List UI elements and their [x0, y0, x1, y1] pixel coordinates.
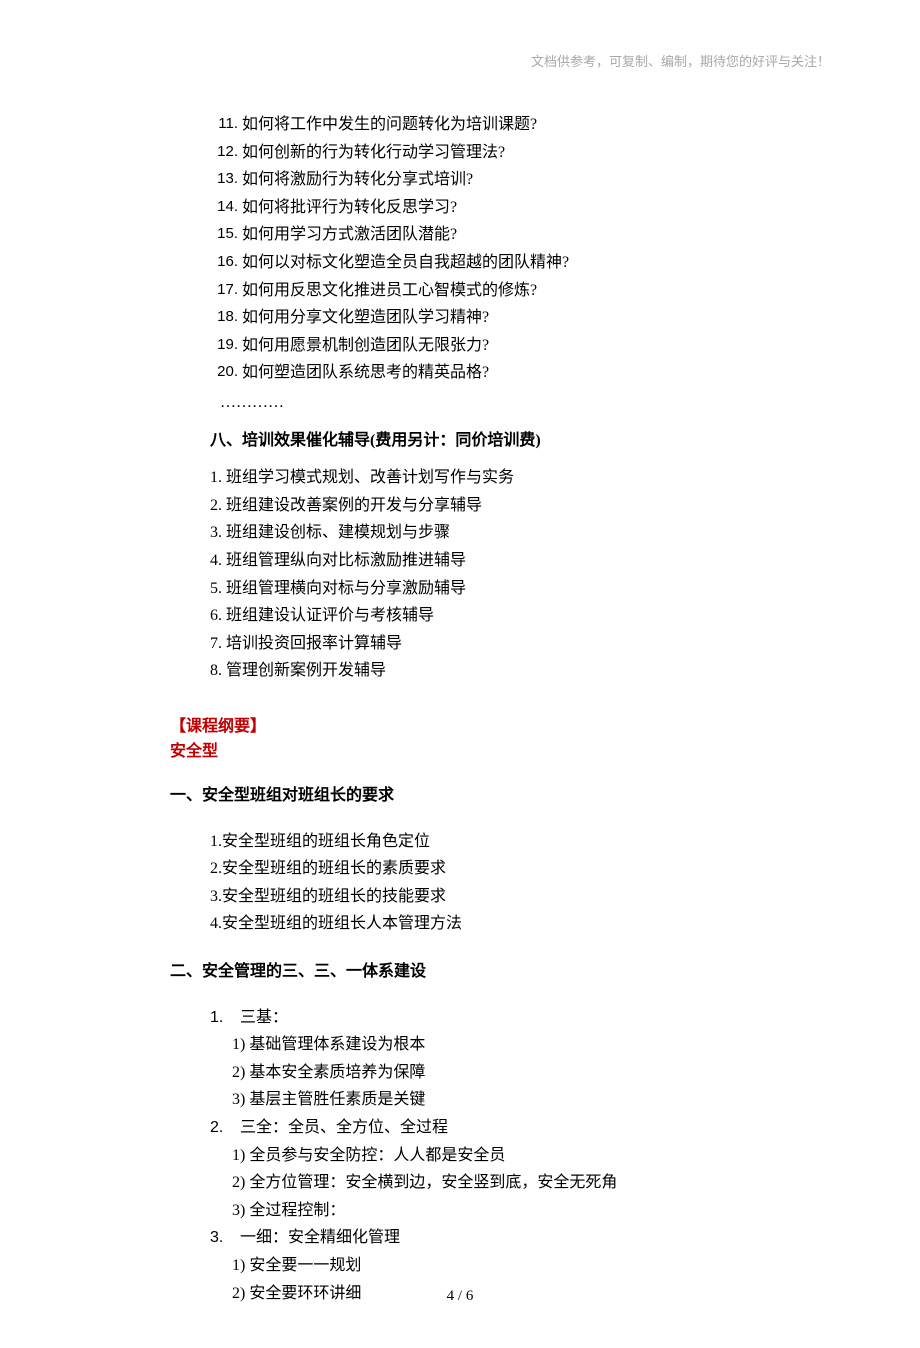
list-item: 14.如何将批评行为转化反思学习? — [210, 195, 830, 221]
group-sub-item: 2) 基本安全素质培养为保障 — [232, 1060, 830, 1086]
group-sub-item: 3) 全过程控制： — [232, 1198, 830, 1224]
list-item-text: 如何创新的行为转化行动学习管理法? — [242, 140, 505, 166]
list-item: 1. 班组学习模式规划、改善计划写作与实务 — [210, 465, 830, 491]
group-title: 2. 三全：全员、全方位、全过程 — [210, 1115, 830, 1141]
page-number: 4 / 6 — [0, 1284, 920, 1308]
list-item-number: 13. — [210, 167, 242, 193]
list-item-text: 如何将批评行为转化反思学习? — [242, 195, 457, 221]
course-outline-label: 【课程纲要】 — [170, 714, 830, 740]
watermark-text: 文档供参考，可复制、编制，期待您的好评与关注！ — [531, 52, 830, 73]
list-item: 3. 班组建设创标、建模规划与步骤 — [210, 520, 830, 546]
list-item-text: 如何将激励行为转化分享式培训? — [242, 167, 473, 193]
course-outline-sub: 安全型 — [170, 739, 830, 765]
section8-list: 1. 班组学习模式规划、改善计划写作与实务2. 班组建设改善案例的开发与分享辅导… — [210, 465, 830, 684]
group-number: 3. — [210, 1225, 224, 1251]
list-item-text: 如何用学习方式激活团队潜能? — [242, 222, 457, 248]
page-content: 11.如何将工作中发生的问题转化为培训课题?12.如何创新的行为转化行动学习管理… — [170, 112, 830, 1306]
list-item: 13.如何将激励行为转化分享式培训? — [210, 167, 830, 193]
group-sub-item: 3) 基层主管胜任素质是关键 — [232, 1087, 830, 1113]
list-item: 4.安全型班组的班组长人本管理方法 — [210, 911, 830, 937]
list-item: 5. 班组管理横向对标与分享激励辅导 — [210, 576, 830, 602]
list-item: 1.安全型班组的班组长角色定位 — [210, 829, 830, 855]
list-item: 11.如何将工作中发生的问题转化为培训课题? — [210, 112, 830, 138]
group-number: 1. — [210, 1005, 224, 1031]
list-item-text: 如何用愿景机制创造团队无限张力? — [242, 333, 489, 359]
list-item: 18.如何用分享文化塑造团队学习精神? — [210, 305, 830, 331]
group-sub-item: 1) 基础管理体系建设为根本 — [232, 1032, 830, 1058]
document-page: 文档供参考，可复制、编制，期待您的好评与关注！ 11.如何将工作中发生的问题转化… — [0, 0, 920, 1348]
list-item: 17.如何用反思文化推进员工心智模式的修炼? — [210, 278, 830, 304]
list-item: 8. 管理创新案例开发辅导 — [210, 658, 830, 684]
list-item-text: 如何用分享文化塑造团队学习精神? — [242, 305, 489, 331]
list-item-text: 如何以对标文化塑造全员自我超越的团队精神? — [242, 250, 569, 276]
list-item: 6. 班组建设认证评价与考核辅导 — [210, 603, 830, 629]
heading-1: 一、安全型班组对班组长的要求 — [170, 783, 830, 809]
list-item: 20.如何塑造团队系统思考的精英品格? — [210, 360, 830, 386]
list-item-number: 17. — [210, 278, 242, 304]
list-item-number: 18. — [210, 305, 242, 331]
group-sub-item: 1) 安全要一一规划 — [232, 1253, 830, 1279]
list-item-number: 11. — [210, 112, 242, 138]
group-sub-item: 1) 全员参与安全防控：人人都是安全员 — [232, 1143, 830, 1169]
heading-2-groups: 1. 三基：1) 基础管理体系建设为根本2) 基本安全素质培养为保障3) 基层主… — [210, 1005, 830, 1307]
list-item-number: 19. — [210, 333, 242, 359]
heading-2: 二、安全管理的三、三、一体系建设 — [170, 959, 830, 985]
group-sub-item: 2) 全方位管理：安全横到边，安全竖到底，安全无死角 — [232, 1170, 830, 1196]
group-title: 1. 三基： — [210, 1005, 830, 1031]
list-item: 4. 班组管理纵向对比标激励推进辅导 — [210, 548, 830, 574]
list-item-number: 12. — [210, 140, 242, 166]
heading-1-list: 1.安全型班组的班组长角色定位2.安全型班组的班组长的素质要求3.安全型班组的班… — [210, 829, 830, 937]
list-item: 3.安全型班组的班组长的技能要求 — [210, 884, 830, 910]
list-item-text: 如何将工作中发生的问题转化为培训课题? — [242, 112, 537, 138]
list-item: 2.安全型班组的班组长的素质要求 — [210, 856, 830, 882]
list-item-text: 如何用反思文化推进员工心智模式的修炼? — [242, 278, 537, 304]
list-item-text: 如何塑造团队系统思考的精英品格? — [242, 360, 489, 386]
list-item-number: 16. — [210, 250, 242, 276]
group-title: 3. 一细：安全精细化管理 — [210, 1225, 830, 1251]
list-item-number: 14. — [210, 195, 242, 221]
ellipsis-line: ………… — [220, 390, 830, 416]
section8-heading: 八、培训效果催化辅导(费用另计：同价培训费) — [210, 428, 830, 454]
list-item: 16.如何以对标文化塑造全员自我超越的团队精神? — [210, 250, 830, 276]
group-number: 2. — [210, 1115, 224, 1141]
list-item: 19.如何用愿景机制创造团队无限张力? — [210, 333, 830, 359]
list-item: 2. 班组建设改善案例的开发与分享辅导 — [210, 493, 830, 519]
list-item: 12.如何创新的行为转化行动学习管理法? — [210, 140, 830, 166]
list-item-number: 20. — [210, 360, 242, 386]
list-item-number: 15. — [210, 222, 242, 248]
section7-list: 11.如何将工作中发生的问题转化为培训课题?12.如何创新的行为转化行动学习管理… — [210, 112, 830, 386]
list-item: 7. 培训投资回报率计算辅导 — [210, 631, 830, 657]
list-item: 15.如何用学习方式激活团队潜能? — [210, 222, 830, 248]
